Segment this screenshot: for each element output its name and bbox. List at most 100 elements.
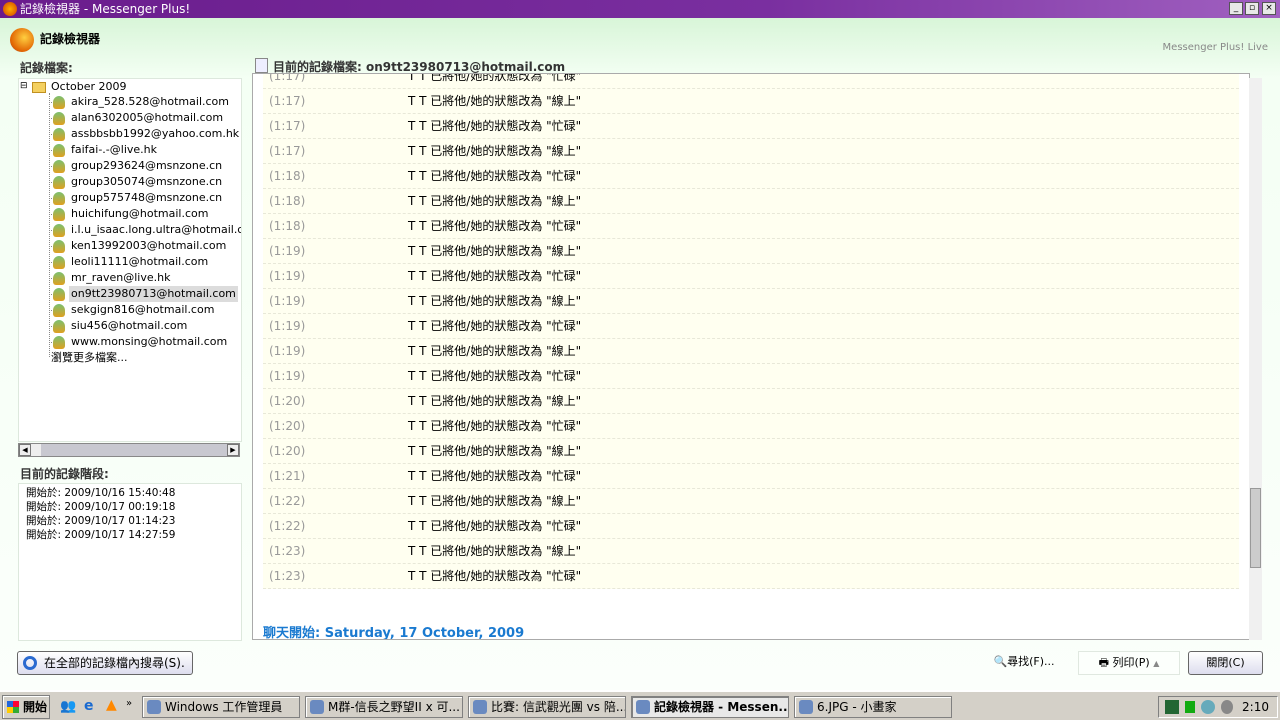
- log-message: T T 已將他/她的狀態改為 "忙碌": [408, 569, 582, 583]
- tray-app-icon[interactable]: [1165, 700, 1179, 714]
- more-quicklaunch-icon[interactable]: »: [126, 698, 132, 709]
- messenger-plus-icon: [3, 2, 17, 16]
- document-icon: [255, 58, 268, 73]
- tree-contact-item[interactable]: group293624@msnzone.cn: [69, 158, 224, 174]
- log-time: (1:23): [269, 544, 306, 558]
- task-label: M群-信長之野望II x 可...: [328, 700, 460, 714]
- log-message: T T 已將他/她的狀態改為 "線上": [408, 444, 582, 458]
- session-item[interactable]: 開始於: 2009/10/16 15:40:48: [26, 486, 234, 500]
- contact-icon: [53, 128, 65, 141]
- log-row: (1:22) T T 已將他/她的狀態改為 "線上": [263, 489, 1239, 514]
- tree-horizontal-scrollbar[interactable]: ◀ ▶: [18, 443, 240, 457]
- tree-contact-item[interactable]: akira_528.528@hotmail.com: [69, 94, 231, 110]
- tree-contact-item[interactable]: faifai-.-@live.hk: [69, 142, 159, 158]
- log-time: (1:20): [269, 444, 306, 458]
- close-button[interactable]: 關閉(C): [1188, 651, 1263, 675]
- session-item[interactable]: 開始於: 2009/10/17 01:14:23: [26, 514, 234, 528]
- log-row: (1:19) T T 已將他/她的狀態改為 "忙碌": [263, 314, 1239, 339]
- brand-label: Messenger Plus! Live: [1162, 42, 1268, 53]
- tree-contact-item[interactable]: alan6302005@hotmail.com: [69, 110, 225, 126]
- minimize-button[interactable]: _: [1229, 2, 1243, 15]
- tray-meter-icon[interactable]: [1185, 701, 1195, 713]
- contact-icon: [53, 256, 65, 269]
- scroll-right-button[interactable]: ▶: [227, 444, 239, 456]
- taskbar-button[interactable]: 比賽: 信武觀光團 vs 陪...: [468, 696, 626, 718]
- log-row: (1:18) T T 已將他/她的狀態改為 "線上": [263, 189, 1239, 214]
- scroll-thumb[interactable]: [1250, 488, 1261, 568]
- print-button[interactable]: 🖶 列印(P) ▲: [1078, 651, 1180, 675]
- clock[interactable]: 2:10: [1242, 700, 1269, 714]
- browse-more-link[interactable]: 瀏覽更多檔案...: [49, 350, 130, 366]
- contact-icon: [53, 160, 65, 173]
- tree-contact-item[interactable]: www.monsing@hotmail.com: [69, 334, 229, 350]
- log-time: (1:17): [269, 144, 306, 158]
- log-time: (1:19): [269, 369, 306, 383]
- task-label: 比賽: 信武觀光團 vs 陪...: [491, 700, 626, 714]
- log-row: (1:20) T T 已將他/她的狀態改為 "線上": [263, 389, 1239, 414]
- tree-contact-item[interactable]: huichifung@hotmail.com: [69, 206, 210, 222]
- messenger-tray-icon[interactable]: [1201, 700, 1215, 714]
- tree-contact-item[interactable]: ken13992003@hotmail.com: [69, 238, 228, 254]
- magnifier-icon: 🔍: [993, 655, 1008, 668]
- session-item[interactable]: 開始於: 2009/10/17 00:19:18: [26, 500, 234, 514]
- tree-contact-item[interactable]: i.l.u_isaac.long.ultra@hotmail.com: [69, 222, 241, 238]
- find-label: 尋找(F)...: [1007, 655, 1055, 668]
- task-label: Windows 工作管理員: [165, 700, 283, 714]
- log-message: T T 已將他/她的狀態改為 "線上": [408, 94, 582, 108]
- log-row: (1:19) T T 已將他/她的狀態改為 "線上": [263, 289, 1239, 314]
- contact-icon: [53, 208, 65, 221]
- scroll-thumb[interactable]: [31, 444, 41, 456]
- find-button[interactable]: 🔍尋找(F)...: [984, 651, 1064, 675]
- log-message: T T 已將他/她的狀態改為 "忙碌": [408, 219, 582, 233]
- tree-contact-item[interactable]: siu456@hotmail.com: [69, 318, 189, 334]
- log-vertical-scrollbar[interactable]: [1249, 78, 1262, 640]
- taskbar-button[interactable]: 記錄檢視器 - Messen...: [631, 696, 789, 718]
- log-time: (1:17): [269, 73, 306, 83]
- log-message: T T 已將他/她的狀態改為 "忙碌": [408, 73, 582, 83]
- contact-icon: [53, 288, 65, 301]
- task-app-icon: [473, 700, 487, 714]
- contact-icon: [53, 96, 65, 109]
- log-row: (1:21) T T 已將他/她的狀態改為 "忙碌": [263, 464, 1239, 489]
- taskbar-button[interactable]: 6.JPG - 小畫家: [794, 696, 952, 718]
- maximize-button[interactable]: ▫: [1245, 2, 1259, 15]
- sessions-list[interactable]: 開始於: 2009/10/16 15:40:48 開始於: 2009/10/17 …: [18, 483, 242, 641]
- log-message: T T 已將他/她的狀態改為 "忙碌": [408, 419, 582, 433]
- log-time: (1:17): [269, 94, 306, 108]
- ie-quicklaunch-icon[interactable]: e: [84, 698, 94, 714]
- window-title: 記錄檢視器 - Messenger Plus!: [20, 2, 191, 16]
- contact-icon: [53, 112, 65, 125]
- log-message: T T 已將他/她的狀態改為 "忙碌": [408, 469, 582, 483]
- log-time: (1:17): [269, 119, 306, 133]
- log-row: (1:17) T T 已將他/她的狀態改為 "線上": [263, 89, 1239, 114]
- tree-contact-item[interactable]: assbbsbb1992@yahoo.com.hk: [69, 126, 241, 142]
- files-label: 記錄檔案:: [20, 61, 73, 75]
- taskbar-button[interactable]: Windows 工作管理員: [142, 696, 300, 718]
- tree-contact-item[interactable]: leoli11111@hotmail.com: [69, 254, 210, 270]
- tree-collapse-toggle[interactable]: ⊟: [20, 81, 28, 91]
- start-button[interactable]: 開始: [2, 695, 50, 719]
- tree-contact-item[interactable]: on9tt23980713@hotmail.com: [69, 286, 238, 302]
- volume-icon[interactable]: [1221, 700, 1233, 714]
- scroll-left-button[interactable]: ◀: [19, 444, 31, 456]
- vlc-quicklaunch-icon[interactable]: ▲: [106, 697, 117, 713]
- tree-contact-item[interactable]: group575748@msnzone.cn: [69, 190, 224, 206]
- log-row: (1:20) T T 已將他/她的狀態改為 "線上": [263, 439, 1239, 464]
- task-label: 6.JPG - 小畫家: [817, 700, 897, 714]
- search-all-logs-button[interactable]: 在全部的記錄檔內搜尋(S).: [17, 651, 193, 675]
- log-time: (1:22): [269, 519, 306, 533]
- log-message: T T 已將他/她的狀態改為 "線上": [408, 244, 582, 258]
- log-content[interactable]: (1:17) T T 已將他/她的狀態改為 "忙碌" (1:17) T T 已將他/她…: [252, 73, 1250, 640]
- session-item[interactable]: 開始於: 2009/10/17 14:27:59: [26, 528, 234, 542]
- tree-contact-item[interactable]: mr_raven@live.hk: [69, 270, 172, 286]
- msn-quicklaunch-icon[interactable]: 👥: [60, 699, 76, 714]
- contact-icon: [53, 272, 65, 285]
- log-time: (1:19): [269, 319, 306, 333]
- contact-icon: [53, 176, 65, 189]
- tree-folder[interactable]: October 2009: [49, 79, 129, 95]
- close-window-button[interactable]: ×: [1262, 2, 1276, 15]
- file-tree[interactable]: ⊟ October 2009 akira_528.528@hotmail.com…: [18, 78, 242, 442]
- taskbar-button[interactable]: M群-信長之野望II x 可...: [305, 696, 463, 718]
- tree-contact-item[interactable]: sekgign816@hotmail.com: [69, 302, 216, 318]
- tree-contact-item[interactable]: group305074@msnzone.cn: [69, 174, 224, 190]
